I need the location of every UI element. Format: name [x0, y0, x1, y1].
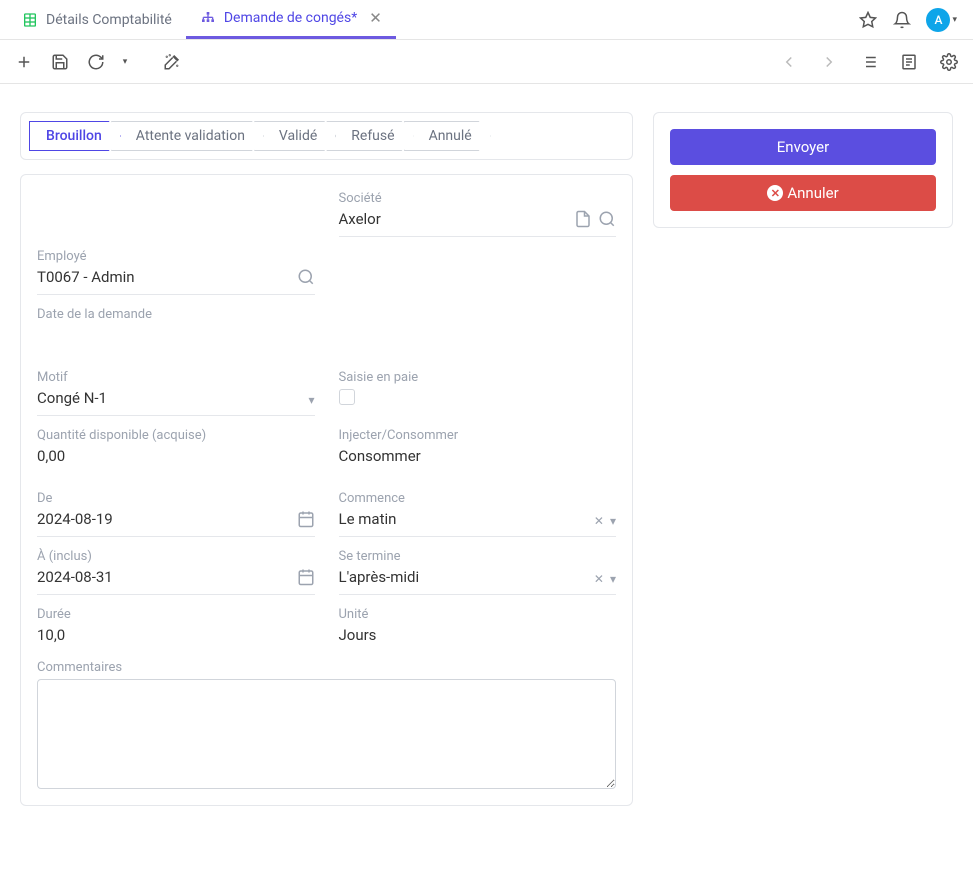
- saisie-checkbox[interactable]: [339, 389, 355, 405]
- cancel-label: Annuler: [787, 184, 838, 202]
- injecter-label: Injecter/Consommer: [339, 428, 617, 443]
- chevron-down-icon: ▾: [610, 572, 616, 586]
- a-input[interactable]: 2024-08-31: [37, 568, 315, 595]
- refresh-button[interactable]: [80, 46, 112, 78]
- step-attente-validation[interactable]: Attente validation: [111, 121, 264, 151]
- motif-select[interactable]: Congé N-1 ▾: [37, 389, 315, 416]
- injecter-value: Consommer: [339, 447, 617, 469]
- field-injecter: Injecter/Consommer Consommer: [339, 428, 617, 469]
- societe-value: Axelor: [339, 210, 575, 232]
- clear-icon[interactable]: ✕: [594, 514, 604, 528]
- send-label: Envoyer: [777, 138, 829, 156]
- tab-bar: Détails Comptabilité Demande de congés* …: [0, 0, 973, 40]
- refresh-dropdown[interactable]: ▾: [116, 46, 134, 78]
- close-icon[interactable]: ✕: [369, 9, 382, 27]
- process-steps: Brouillon Attente validation Validé Refu…: [20, 112, 633, 160]
- de-input[interactable]: 2024-08-19: [37, 510, 315, 537]
- duree-value: 10,0: [37, 626, 315, 648]
- star-icon[interactable]: [858, 10, 878, 30]
- org-chart-icon: [200, 10, 216, 26]
- saisie-label: Saisie en paie: [339, 370, 617, 385]
- de-value: 2024-08-19: [37, 510, 297, 532]
- chevron-down-icon: ▾: [952, 15, 957, 25]
- de-label: De: [37, 491, 315, 506]
- field-quantite: Quantité disponible (acquise) 0,00: [37, 428, 315, 469]
- field-saisie-paie: Saisie en paie: [339, 370, 617, 416]
- motif-value: Congé N-1: [37, 389, 308, 411]
- field-se-termine: Se termine L'après-midi ✕ ▾: [339, 549, 617, 595]
- form-view-button[interactable]: [893, 46, 925, 78]
- actions-card: Envoyer ✕ Annuler: [653, 112, 953, 228]
- form-card: Société Axelor Employé T0067 - Admin: [20, 174, 633, 806]
- commence-label: Commence: [339, 491, 617, 506]
- bell-icon[interactable]: [892, 10, 912, 30]
- employe-input[interactable]: T0067 - Admin: [37, 268, 315, 295]
- commentaires-label: Commentaires: [37, 660, 616, 675]
- field-commentaires: Commentaires: [37, 660, 616, 789]
- cancel-button[interactable]: ✕ Annuler: [670, 175, 936, 211]
- field-motif: Motif Congé N-1 ▾: [37, 370, 315, 416]
- step-brouillon[interactable]: Brouillon: [29, 121, 121, 151]
- field-unite: Unité Jours: [339, 607, 617, 648]
- save-button[interactable]: [44, 46, 76, 78]
- document-icon[interactable]: [574, 210, 592, 232]
- se-termine-label: Se termine: [339, 549, 617, 564]
- field-societe: Société Axelor: [339, 191, 617, 237]
- se-termine-select[interactable]: L'après-midi ✕ ▾: [339, 568, 617, 595]
- calendar-icon[interactable]: [297, 510, 315, 532]
- tab-demande-conges[interactable]: Demande de congés* ✕: [186, 0, 396, 39]
- send-button[interactable]: Envoyer: [670, 129, 936, 165]
- field-commence: Commence Le matin ✕ ▾: [339, 491, 617, 537]
- se-termine-value: L'après-midi: [339, 568, 594, 590]
- commence-select[interactable]: Le matin ✕ ▾: [339, 510, 617, 537]
- a-value: 2024-08-31: [37, 568, 297, 590]
- user-menu[interactable]: A ▾: [926, 8, 957, 32]
- gear-icon[interactable]: [933, 46, 965, 78]
- unite-value: Jours: [339, 626, 617, 648]
- motif-label: Motif: [37, 370, 315, 385]
- date-demande-value: [37, 326, 616, 348]
- next-button[interactable]: [813, 46, 845, 78]
- quantite-value: 0,00: [37, 447, 315, 469]
- search-icon[interactable]: [297, 268, 315, 290]
- field-de: De 2024-08-19: [37, 491, 315, 537]
- list-view-button[interactable]: [853, 46, 885, 78]
- societe-input[interactable]: Axelor: [339, 210, 617, 237]
- new-button[interactable]: [8, 46, 40, 78]
- step-annule[interactable]: Annulé: [404, 121, 491, 151]
- search-icon[interactable]: [598, 210, 616, 232]
- tab-details-comptabilite[interactable]: Détails Comptabilité: [8, 0, 186, 39]
- cancel-icon: ✕: [767, 185, 783, 201]
- chevron-down-icon: ▾: [308, 393, 314, 407]
- wand-button[interactable]: [156, 46, 188, 78]
- step-valide[interactable]: Validé: [254, 121, 336, 151]
- a-label: À (inclus): [37, 549, 315, 564]
- toolbar: ▾: [0, 40, 973, 84]
- clear-icon[interactable]: ✕: [594, 572, 604, 586]
- prev-button[interactable]: [773, 46, 805, 78]
- field-employe: Employé T0067 - Admin: [37, 249, 315, 295]
- tab-label: Demande de congés*: [224, 10, 357, 26]
- chevron-down-icon: ▾: [610, 514, 616, 528]
- date-demande-label: Date de la demande: [37, 307, 616, 322]
- chevron-down-icon: ▾: [123, 57, 128, 67]
- unite-label: Unité: [339, 607, 617, 622]
- field-duree: Durée 10,0: [37, 607, 315, 648]
- commence-value: Le matin: [339, 510, 594, 532]
- step-refuse[interactable]: Refusé: [326, 121, 413, 151]
- tab-label: Détails Comptabilité: [46, 12, 172, 28]
- spreadsheet-icon: [22, 12, 38, 28]
- field-date-demande: Date de la demande: [37, 307, 616, 348]
- commentaires-textarea[interactable]: [37, 679, 616, 789]
- societe-label: Société: [339, 191, 617, 206]
- avatar: A: [926, 8, 950, 32]
- employe-value: T0067 - Admin: [37, 268, 297, 290]
- calendar-icon[interactable]: [297, 568, 315, 590]
- quantite-label: Quantité disponible (acquise): [37, 428, 315, 443]
- duree-label: Durée: [37, 607, 315, 622]
- employe-label: Employé: [37, 249, 315, 264]
- field-a: À (inclus) 2024-08-31: [37, 549, 315, 595]
